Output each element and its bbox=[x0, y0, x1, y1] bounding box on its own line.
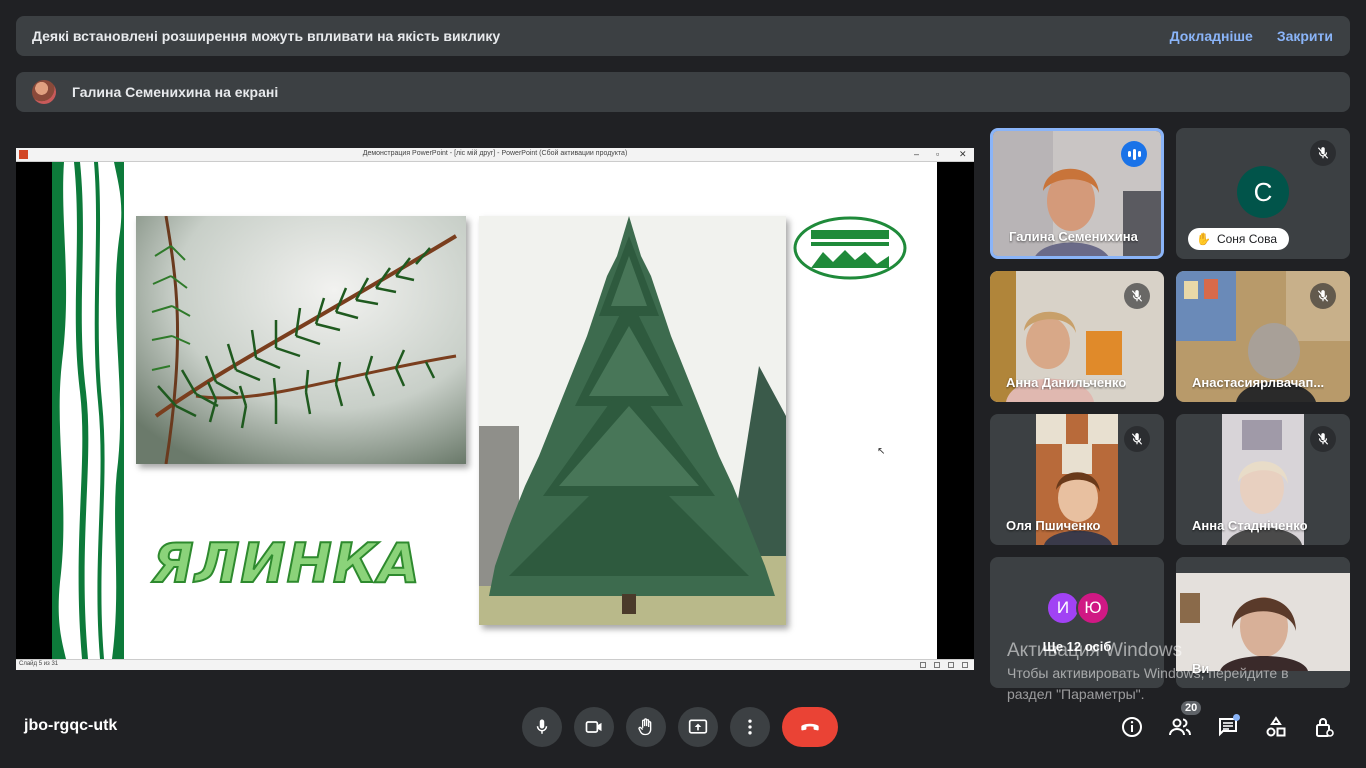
participant-name: Галина Семенихина bbox=[1009, 229, 1138, 244]
powerpoint-window-title: Демонстрация PowerPoint - [лiс мiй друг]… bbox=[362, 150, 628, 157]
participant-name: Анна Данильченко bbox=[1006, 375, 1127, 390]
screen-share-text: Галина Семенихина на екрані bbox=[72, 84, 279, 100]
normal-view-icon bbox=[920, 662, 926, 668]
meeting-details-button[interactable] bbox=[1117, 712, 1147, 742]
present-icon bbox=[688, 719, 708, 734]
speaking-indicator-icon bbox=[1121, 141, 1147, 167]
powerpoint-titlebar: Демонстрация PowerPoint - [лiс мiй друг]… bbox=[16, 148, 974, 162]
participant-tile[interactable]: Анастасиярлвачап... bbox=[1176, 271, 1350, 402]
end-call-icon bbox=[801, 723, 819, 731]
extensions-warning-text: Деякі встановлені розширення можуть впли… bbox=[32, 28, 501, 44]
slide-heading: ЯЛИНКА bbox=[151, 531, 421, 596]
camera-icon bbox=[585, 721, 602, 733]
mic-button[interactable] bbox=[522, 707, 562, 747]
more-participants-label: Ще 12 осіб bbox=[1042, 639, 1112, 654]
close-icon: ✕ bbox=[959, 149, 967, 159]
end-call-button[interactable] bbox=[782, 707, 838, 747]
participant-tile[interactable]: Галина Семенихина bbox=[990, 128, 1164, 259]
self-view-tile[interactable]: Ви bbox=[1176, 557, 1350, 688]
hand-icon: ✋ bbox=[1196, 232, 1211, 246]
participant-avatar: И bbox=[1046, 591, 1080, 625]
activities-icon bbox=[1266, 716, 1286, 737]
presentation-slide: ЯЛИНКА ↖ bbox=[52, 162, 937, 659]
organization-logo bbox=[793, 216, 907, 280]
fir-tree-photo bbox=[479, 216, 786, 625]
shared-screen: Демонстрация PowerPoint - [лiс мiй друг]… bbox=[16, 148, 974, 670]
more-participants-tile[interactable]: И Ю Ще 12 осіб bbox=[990, 557, 1164, 688]
powerpoint-statusbar: Слайд 5 из 31 bbox=[16, 659, 974, 670]
reading-view-icon bbox=[948, 662, 954, 668]
minimize-icon: – bbox=[914, 149, 920, 159]
participant-name: Оля Пшиченко bbox=[1006, 518, 1101, 533]
mic-off-icon bbox=[1310, 140, 1336, 166]
more-vert-icon bbox=[748, 719, 752, 735]
participant-name: Анастасиярлвачап... bbox=[1192, 375, 1325, 390]
people-icon bbox=[1169, 718, 1191, 736]
slide-counter: Слайд 5 из 31 bbox=[19, 661, 59, 667]
view-buttons bbox=[920, 662, 968, 668]
participant-tile[interactable]: Анна Стадніченко bbox=[1176, 414, 1350, 545]
screen-share-banner: Галина Семенихина на екрані bbox=[16, 72, 1350, 112]
fir-branch-photo bbox=[136, 216, 466, 464]
mic-off-icon bbox=[1310, 283, 1336, 309]
sorter-view-icon bbox=[934, 662, 940, 668]
restore-icon: ▫ bbox=[936, 149, 940, 159]
learn-more-link[interactable]: Докладніше bbox=[1170, 28, 1253, 44]
participant-avatar: Ю bbox=[1076, 591, 1110, 625]
raise-hand-button[interactable] bbox=[626, 707, 666, 747]
people-button[interactable] bbox=[1165, 712, 1195, 742]
meeting-code: jbo-rgqc-utk bbox=[24, 717, 118, 734]
mic-icon bbox=[536, 719, 548, 734]
participant-avatar: С bbox=[1237, 166, 1289, 218]
close-banner-button[interactable]: Закрити bbox=[1277, 28, 1333, 44]
extensions-warning-banner: Деякі встановлені розширення можуть впли… bbox=[16, 16, 1350, 56]
camera-button[interactable] bbox=[574, 707, 614, 747]
participant-name: Анна Стадніченко bbox=[1192, 518, 1308, 533]
mic-off-icon bbox=[1124, 426, 1150, 452]
more-options-button[interactable] bbox=[730, 707, 770, 747]
participant-name: Соня Сова bbox=[1216, 232, 1278, 246]
mic-off-icon bbox=[1310, 426, 1336, 452]
participant-tile[interactable]: Анна Данильченко bbox=[990, 271, 1164, 402]
mic-off-icon bbox=[1124, 283, 1150, 309]
participant-name: Ви bbox=[1192, 661, 1210, 676]
slideshow-view-icon bbox=[962, 662, 968, 668]
raise-hand-icon bbox=[638, 718, 652, 736]
host-controls-icon bbox=[1316, 718, 1334, 737]
participant-count-badge: 20 bbox=[1181, 701, 1202, 715]
participant-tile[interactable]: С ✋ Соня Сова bbox=[1176, 128, 1350, 259]
info-icon bbox=[1122, 717, 1142, 737]
participant-name-chip: ✋ Соня Сова bbox=[1188, 228, 1290, 250]
mouse-cursor-icon: ↖ bbox=[877, 446, 886, 457]
chat-notification-dot bbox=[1233, 714, 1240, 721]
wave-pattern-decoration bbox=[52, 162, 124, 659]
present-button[interactable] bbox=[678, 707, 718, 747]
host-controls-button[interactable] bbox=[1309, 712, 1339, 742]
more-participants-avatars: И Ю bbox=[1046, 591, 1110, 625]
presenter-avatar bbox=[32, 80, 56, 104]
participant-tile[interactable]: Оля Пшиченко bbox=[990, 414, 1164, 545]
activities-button[interactable] bbox=[1261, 712, 1291, 742]
